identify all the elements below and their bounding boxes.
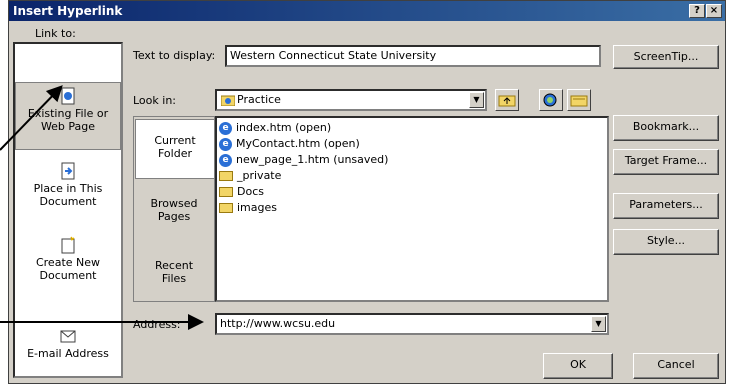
- annotation-arrows: [0, 85, 204, 330]
- arrow-to-existing-file: [0, 85, 63, 151]
